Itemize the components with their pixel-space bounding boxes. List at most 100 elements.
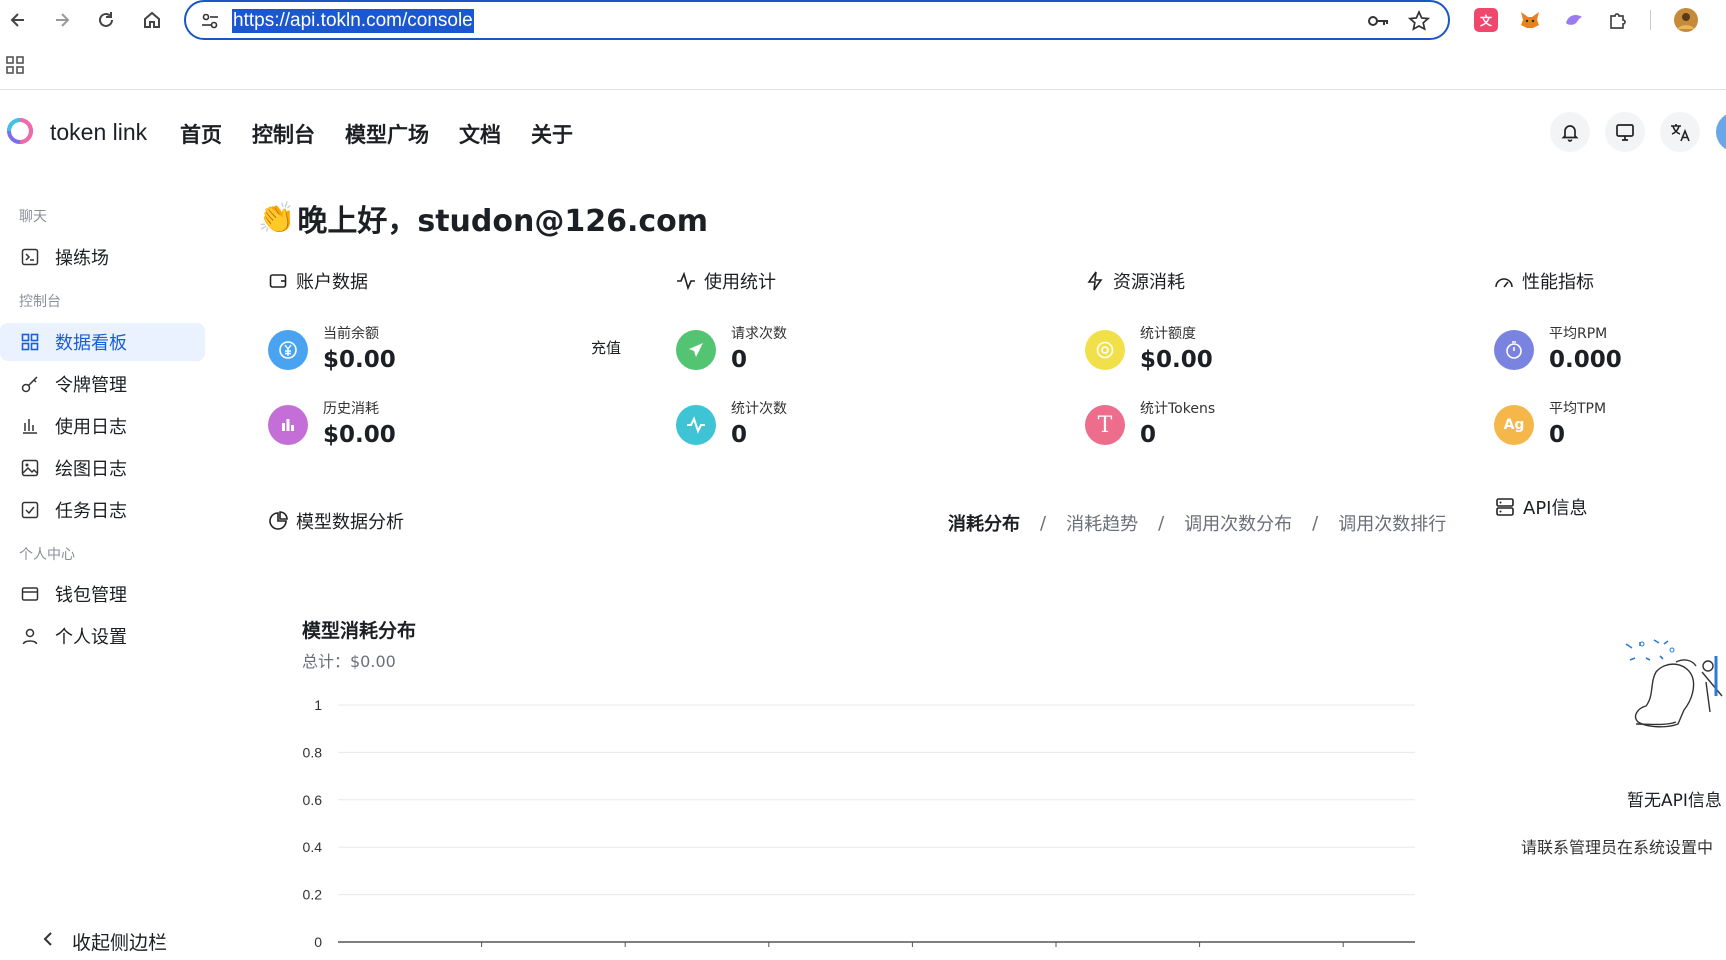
stat-current-balance: 当前余额 $0.00 bbox=[268, 325, 396, 375]
forward-arrow-icon[interactable] bbox=[48, 6, 76, 34]
sidebar-item-label: 数据看板 bbox=[55, 333, 127, 354]
stat-history-consumption: 历史消耗 $0.00 bbox=[268, 400, 396, 450]
ag-icon: Ag bbox=[1494, 405, 1534, 445]
brand-logo-icon[interactable] bbox=[6, 117, 34, 145]
nav-docs[interactable]: 文档 bbox=[459, 119, 501, 149]
stat-request-count: 请求次数 0 bbox=[676, 325, 787, 375]
sidebar-item-wallet[interactable]: 钱包管理 bbox=[0, 575, 205, 613]
tab-separator: / bbox=[1158, 512, 1165, 534]
user-avatar[interactable] bbox=[1716, 112, 1726, 152]
sidebar-item-label: 钱包管理 bbox=[55, 585, 127, 606]
sidebar-group-console: 控制台 bbox=[19, 294, 61, 310]
tab-separator: / bbox=[1312, 512, 1319, 534]
tab-consumption-trend[interactable]: 消耗趋势 bbox=[1066, 510, 1138, 536]
sidebar: 聊天 操练场 控制台 数据看板 令牌管理 使用日志 绘图日志 任务日志 个人中心… bbox=[0, 190, 210, 960]
notification-bell-icon[interactable] bbox=[1550, 112, 1590, 152]
translate-extension-icon[interactable]: 文 bbox=[1474, 8, 1498, 32]
sidebar-item-playground[interactable]: 操练场 bbox=[0, 238, 205, 276]
ai-extension-icon[interactable] bbox=[1562, 8, 1586, 32]
brand-name[interactable]: token link bbox=[50, 119, 147, 146]
lightning-icon bbox=[1085, 271, 1105, 291]
tab-call-count-ranking[interactable]: 调用次数排行 bbox=[1338, 510, 1446, 536]
toolbar-divider bbox=[1650, 10, 1651, 30]
user-icon bbox=[20, 626, 40, 646]
server-icon bbox=[1496, 498, 1514, 516]
sidebar-item-label: 使用日志 bbox=[55, 417, 127, 438]
wallet-icon bbox=[20, 584, 40, 604]
y-tick-label: 0.2 bbox=[303, 887, 323, 903]
reload-icon[interactable] bbox=[92, 6, 120, 34]
bookmark-star-icon[interactable] bbox=[1408, 10, 1430, 32]
chart-title: 模型消耗分布 bbox=[302, 620, 417, 642]
nav-home[interactable]: 首页 bbox=[180, 119, 222, 149]
api-empty-description: 请联系管理员在系统设置中 bbox=[1521, 838, 1714, 857]
home-icon[interactable] bbox=[138, 6, 166, 34]
url-text[interactable]: https://api.tokln.com/console bbox=[232, 9, 474, 33]
nav-console[interactable]: 控制台 bbox=[252, 119, 315, 149]
tab-call-count-distribution[interactable]: 调用次数分布 bbox=[1184, 510, 1292, 536]
sidebar-item-dashboard[interactable]: 数据看板 bbox=[0, 323, 205, 361]
theme-monitor-icon[interactable] bbox=[1605, 112, 1645, 152]
card-title-text: 性能指标 bbox=[1522, 272, 1594, 293]
recharge-button[interactable]: 充值 bbox=[591, 337, 621, 358]
pulse-icon bbox=[676, 271, 696, 291]
sidebar-item-usage-log[interactable]: 使用日志 bbox=[0, 407, 205, 445]
y-tick-label: 0.4 bbox=[303, 839, 323, 855]
back-arrow-icon[interactable] bbox=[4, 6, 32, 34]
stat-label: 平均TPM bbox=[1549, 401, 1607, 417]
profile-avatar-icon[interactable] bbox=[1674, 8, 1698, 32]
api-info-title-text: API信息 bbox=[1523, 498, 1588, 519]
greeting-text: 晚上好，studon@126.com bbox=[297, 204, 709, 239]
section-title-text: 模型数据分析 bbox=[296, 512, 404, 533]
dashboard-icon bbox=[20, 332, 40, 352]
bar-chart-icon bbox=[20, 416, 40, 436]
app-header: token link 首页 控制台 模型广场 文档 关于 bbox=[0, 91, 1726, 173]
sidebar-item-task-log[interactable]: 任务日志 bbox=[0, 491, 205, 529]
stat-label: 统计Tokens bbox=[1140, 401, 1216, 417]
gauge-icon bbox=[1494, 271, 1514, 291]
metamask-extension-icon[interactable] bbox=[1518, 8, 1542, 32]
sidebar-item-drawing-log[interactable]: 绘图日志 bbox=[0, 449, 205, 487]
stat-label: 统计额度 bbox=[1140, 326, 1196, 342]
site-settings-icon[interactable] bbox=[200, 11, 220, 31]
consumption-distribution-chart: 1 0.8 0.6 0.4 0.2 0 bbox=[303, 697, 1415, 950]
sidebar-item-label: 绘图日志 bbox=[55, 459, 127, 480]
stat-label: 请求次数 bbox=[731, 326, 787, 342]
yen-coin-icon bbox=[268, 330, 308, 370]
api-empty-title: 暂无API信息 bbox=[1627, 791, 1722, 811]
nav-model-square[interactable]: 模型广场 bbox=[345, 119, 429, 149]
sidebar-item-tokens[interactable]: 令牌管理 bbox=[0, 365, 205, 403]
stat-avg-tpm: Ag 平均TPM 0 bbox=[1494, 400, 1606, 450]
tab-consumption-distribution[interactable]: 消耗分布 bbox=[948, 510, 1020, 536]
stat-quota: 统计额度 $0.00 bbox=[1085, 325, 1213, 375]
stat-value: $0.00 bbox=[323, 422, 396, 448]
top-nav: 首页 控制台 模型广场 文档 关于 bbox=[180, 119, 603, 149]
stat-label: 统计次数 bbox=[731, 401, 787, 417]
letter-t-icon: T bbox=[1085, 405, 1125, 445]
sidebar-item-label: 令牌管理 bbox=[55, 375, 127, 396]
nav-about[interactable]: 关于 bbox=[531, 119, 573, 149]
stat-value: $0.00 bbox=[323, 347, 396, 373]
address-bar[interactable]: https://api.tokln.com/console bbox=[184, 0, 1450, 40]
stat-label: 当前余额 bbox=[323, 326, 379, 342]
y-tick-label: 0.6 bbox=[303, 792, 323, 808]
card-title-usage: 使用统计 bbox=[676, 268, 776, 294]
language-translate-icon[interactable] bbox=[1660, 112, 1700, 152]
apps-grid-icon[interactable] bbox=[6, 56, 24, 74]
y-tick-label: 0 bbox=[314, 934, 322, 950]
sidebar-item-personal-settings[interactable]: 个人设置 bbox=[0, 617, 205, 655]
collapse-sidebar-button[interactable]: 收起侧边栏 bbox=[42, 928, 167, 955]
greeting-heading: 👏 晚上好，studon@126.com bbox=[258, 196, 708, 240]
card-title-account: 账户数据 bbox=[268, 268, 368, 294]
key-icon bbox=[20, 374, 40, 394]
stat-value: 0 bbox=[1549, 422, 1566, 448]
stat-avg-rpm: 平均RPM 0.000 bbox=[1494, 325, 1622, 375]
terminal-icon bbox=[20, 247, 40, 267]
sidebar-group-personal: 个人中心 bbox=[19, 547, 75, 563]
card-title-text: 使用统计 bbox=[704, 272, 776, 293]
chart-subtitle: 总计：$0.00 bbox=[302, 652, 396, 671]
sidebar-item-label: 任务日志 bbox=[55, 501, 127, 522]
password-key-icon[interactable] bbox=[1366, 10, 1390, 32]
stat-label: 历史消耗 bbox=[323, 401, 379, 417]
extensions-puzzle-icon[interactable] bbox=[1606, 8, 1630, 32]
